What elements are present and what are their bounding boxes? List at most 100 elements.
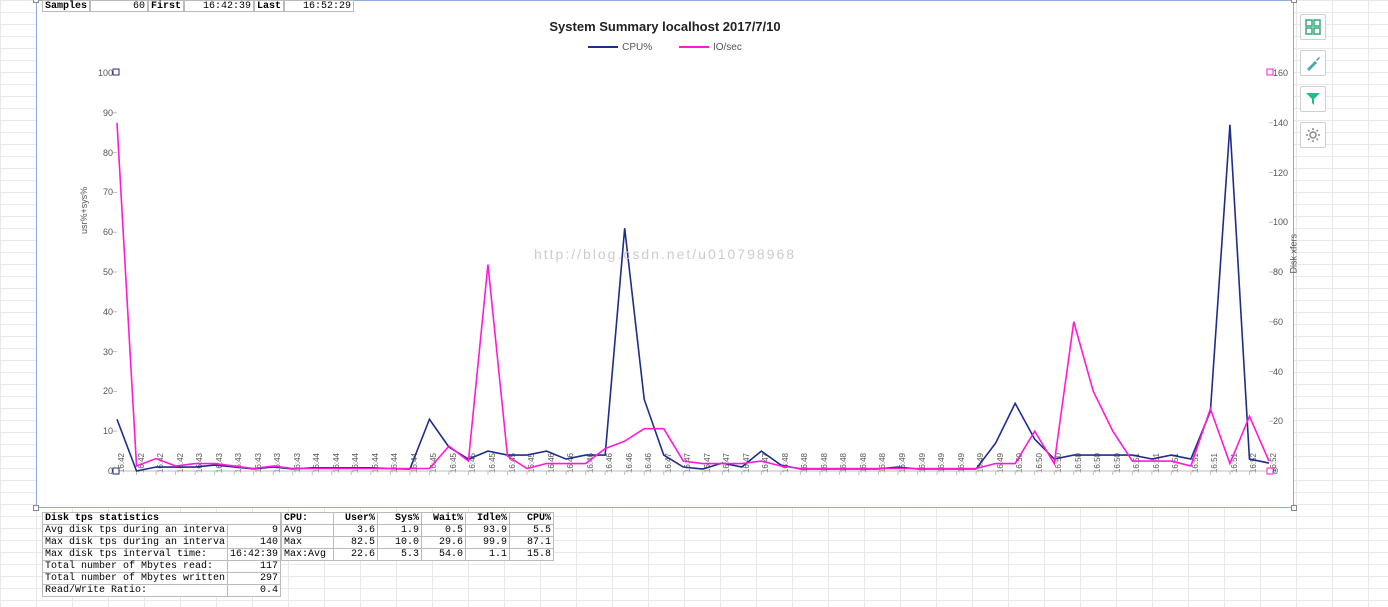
y-tick-left: 10 — [83, 426, 113, 436]
disk-stat-label: Max disk tps during an interva — [43, 537, 228, 549]
cpu-row-label: Max:Avg — [282, 549, 334, 561]
selection-handle-icon[interactable] — [1291, 505, 1297, 511]
cpu-cell: 1.9 — [378, 525, 422, 537]
brush-icon — [1305, 55, 1321, 71]
cpu-cell: 87.1 — [510, 537, 554, 549]
table-row: Avg disk tps during an interva9 — [43, 525, 281, 537]
chart-container[interactable]: System Summary localhost 2017/7/10 CPU% … — [36, 0, 1294, 508]
y-tick-left: 100 — [83, 68, 113, 78]
selection-handle-icon[interactable] — [1291, 0, 1297, 3]
cpu-row-label: Max — [282, 537, 334, 549]
top-meta-row: Samples60First16:42:39Last16:52:29 — [42, 0, 354, 12]
y-ticks-right: 020406080100120140160 — [1273, 73, 1303, 471]
disk-stat-label: Read/Write Ratio: — [43, 585, 228, 597]
disk-stat-value: 297 — [228, 573, 281, 585]
cpu-cell: 29.6 — [422, 537, 466, 549]
y-tick-right: 80 — [1273, 267, 1303, 277]
table-row: Total number of Mbytes written297 — [43, 573, 281, 585]
col-cpu: CPU% — [510, 513, 554, 525]
y-tick-right: 40 — [1273, 367, 1303, 377]
y-tick-right: 160 — [1273, 68, 1303, 78]
chart-tools — [1300, 14, 1328, 158]
y-tick-left: 80 — [83, 148, 113, 158]
cpu-cell: 5.3 — [378, 549, 422, 561]
y-tick-left: 0 — [83, 466, 113, 476]
chart-styles-button[interactable] — [1300, 50, 1326, 76]
legend-swatch-icon — [588, 46, 618, 48]
table-row: Read/Write Ratio:0.4 — [43, 585, 281, 597]
cpu-row-label: Avg — [282, 525, 334, 537]
chart-elements-icon — [1305, 19, 1321, 35]
cpu-cell: 10.0 — [378, 537, 422, 549]
cpu-cell: 1.1 — [466, 549, 510, 561]
samples-label: Samples — [42, 0, 90, 12]
cpu-cell: 99.9 — [466, 537, 510, 549]
table-row: Total number of Mbytes read:117 — [43, 561, 281, 573]
legend-io: IO/sec — [679, 42, 742, 53]
col-wait: Wait% — [422, 513, 466, 525]
first-time: 16:42:39 — [184, 0, 254, 12]
chart-settings-button[interactable] — [1300, 122, 1326, 148]
table-row: Max disk tps interval time:16:42:39 — [43, 549, 281, 561]
disk-stat-value: 140 — [228, 537, 281, 549]
cpu-cell: 54.0 — [422, 549, 466, 561]
chart-filters-button[interactable] — [1300, 86, 1326, 112]
funnel-icon — [1305, 91, 1321, 107]
disk-stat-label: Total number of Mbytes written — [43, 573, 228, 585]
table-row: Max:Avg22.65.354.01.115.8 — [282, 549, 554, 561]
cpu-cell: 15.8 — [510, 549, 554, 561]
y-tick-left: 60 — [83, 227, 113, 237]
col-sys: Sys% — [378, 513, 422, 525]
last-time: 16:52:29 — [284, 0, 354, 12]
cpu-header: CPU: — [282, 513, 334, 525]
legend-swatch-icon — [679, 46, 709, 48]
cpu-stats-table: CPU: User% Sys% Wait% Idle% CPU% Avg3.61… — [281, 512, 554, 561]
disk-stat-label: Max disk tps interval time: — [43, 549, 228, 561]
y-tick-right: 60 — [1273, 317, 1303, 327]
y-tick-left: 70 — [83, 187, 113, 197]
cpu-cell: 0.5 — [422, 525, 466, 537]
cpu-cell: 82.5 — [334, 537, 378, 549]
first-label: First — [148, 0, 184, 12]
table-row: Max82.510.029.699.987.1 — [282, 537, 554, 549]
last-label: Last — [254, 0, 284, 12]
y-tick-left: 30 — [83, 347, 113, 357]
table-row: Max disk tps during an interva140 — [43, 537, 281, 549]
legend-cpu: CPU% — [588, 42, 652, 53]
disk-stats-header: Disk tps statistics — [43, 513, 281, 525]
plot-svg — [117, 73, 1269, 471]
col-idle: Idle% — [466, 513, 510, 525]
disk-stat-value: 16:42:39 — [228, 549, 281, 561]
disk-stat-value: 9 — [228, 525, 281, 537]
y-tick-left: 50 — [83, 267, 113, 277]
disk-stat-value: 117 — [228, 561, 281, 573]
disk-stats-table: Disk tps statistics Avg disk tps during … — [42, 512, 281, 597]
disk-stat-label: Total number of Mbytes read: — [43, 561, 228, 573]
gear-icon — [1305, 127, 1321, 143]
y-tick-right: 140 — [1273, 118, 1303, 128]
y-tick-right: 120 — [1273, 168, 1303, 178]
samples-value: 60 — [90, 0, 148, 12]
cpu-cell: 5.5 — [510, 525, 554, 537]
table-row: Avg3.61.90.593.95.5 — [282, 525, 554, 537]
selection-handle-icon[interactable] — [33, 0, 39, 3]
legend-io-label: IO/sec — [713, 42, 742, 53]
y-tick-left: 40 — [83, 307, 113, 317]
y-tick-left: 90 — [83, 108, 113, 118]
plot-area: 0102030405060708090100 02040608010012014… — [117, 73, 1269, 471]
y-tick-right: 100 — [1273, 217, 1303, 227]
stats-area: Disk tps statistics Avg disk tps during … — [42, 512, 554, 597]
y-tick-right: 20 — [1273, 416, 1303, 426]
selection-handle-icon[interactable] — [33, 505, 39, 511]
cpu-cell: 3.6 — [334, 525, 378, 537]
y-ticks-left: 0102030405060708090100 — [83, 73, 113, 471]
cpu-cell: 93.9 — [466, 525, 510, 537]
col-user: User% — [334, 513, 378, 525]
chart-legend: CPU% IO/sec — [37, 34, 1293, 53]
disk-stat-value: 0.4 — [228, 585, 281, 597]
chart-elements-button[interactable] — [1300, 14, 1326, 40]
cpu-cell: 22.6 — [334, 549, 378, 561]
disk-stat-label: Avg disk tps during an interva — [43, 525, 228, 537]
y-tick-left: 20 — [83, 386, 113, 396]
legend-cpu-label: CPU% — [622, 42, 652, 53]
